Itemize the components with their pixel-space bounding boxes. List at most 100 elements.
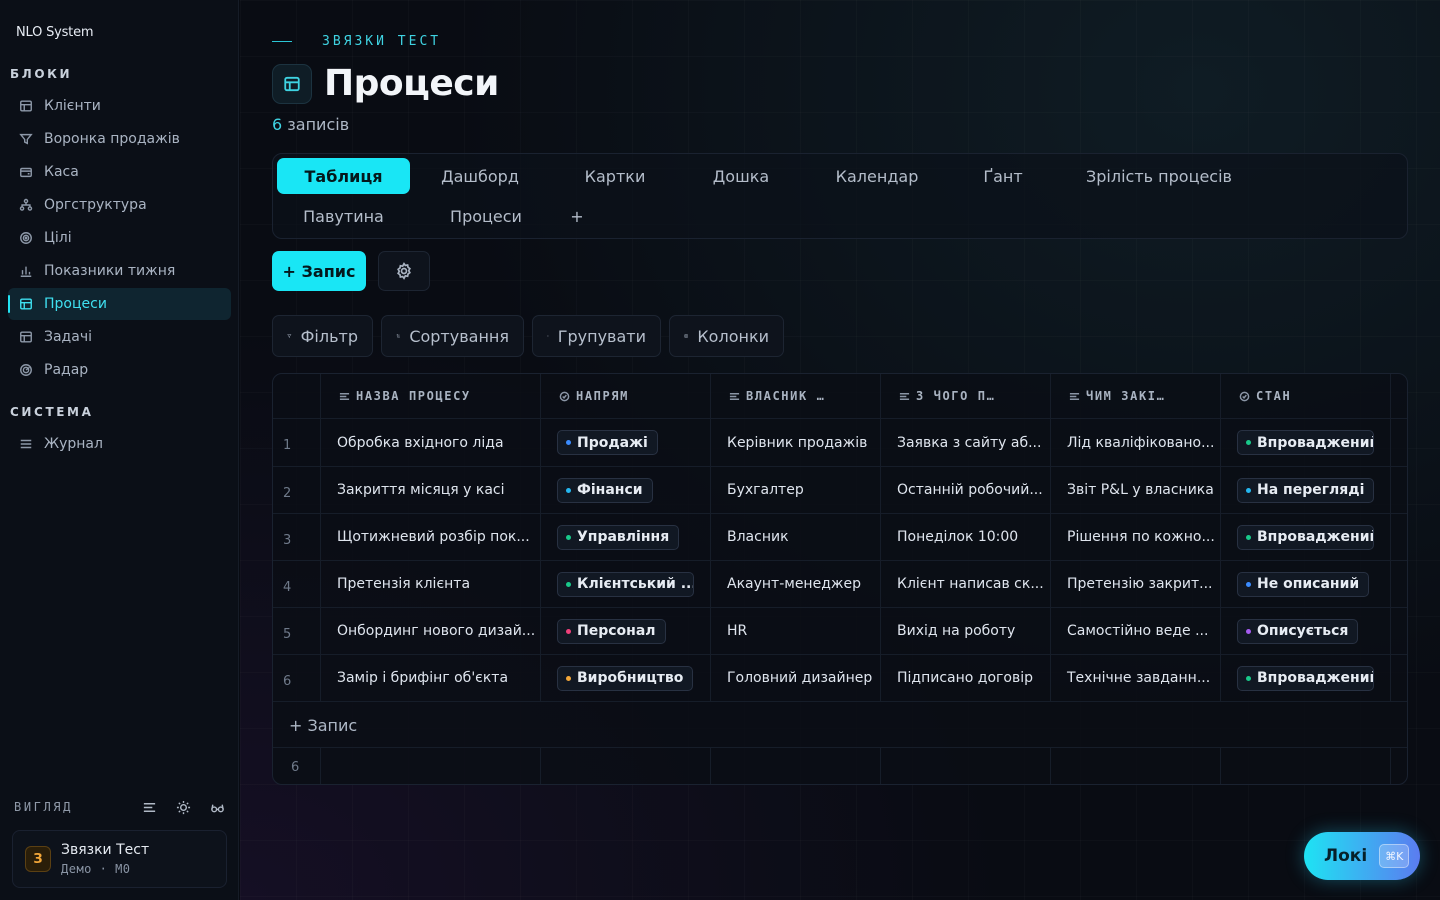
tab-calendar[interactable]: Календар — [817, 158, 937, 194]
column-header-name[interactable]: НАЗВА ПРОЦЕСУ — [321, 374, 541, 418]
row-number[interactable]: 4 — [273, 561, 321, 607]
direction-badge: Персонал — [557, 618, 666, 644]
filter-button[interactable]: Фільтр — [272, 315, 373, 357]
cell-owner[interactable]: Акаунт-менеджер — [711, 561, 881, 607]
sidebar-item-list[interactable]: Журнал — [8, 428, 231, 460]
cell-trigger[interactable]: Вихід на роботу — [881, 608, 1051, 654]
columns-button[interactable]: Колонки — [669, 315, 784, 357]
cell-process-name[interactable]: Закриття місяця у касі — [321, 467, 541, 513]
gear-icon — [397, 262, 411, 280]
records-table: НАЗВА ПРОЦЕСУ НАПРЯМ ВЛАСНИК … З ЧОГО П…… — [272, 373, 1408, 785]
glasses-icon[interactable] — [208, 798, 226, 816]
cell-result[interactable]: Самостійно веде ... — [1051, 608, 1221, 654]
tab-processes[interactable]: Процеси — [433, 198, 539, 234]
sidebar-item-target[interactable]: Цілі — [8, 222, 231, 254]
cell-owner[interactable]: Бухгалтер — [711, 467, 881, 513]
cell-trigger[interactable]: Понеділок 10:00 — [881, 514, 1051, 560]
sort-button[interactable]: Сортування — [381, 315, 524, 357]
cell-process-name[interactable]: Онбординг нового дизай... — [321, 608, 541, 654]
direction-badge: Клієнтський ... — [557, 571, 694, 597]
cell-trigger[interactable]: Підписано договір — [881, 655, 1051, 701]
add-view-button[interactable]: + — [563, 198, 591, 234]
cell-process-name[interactable]: Замір і брифінг об'єкта — [321, 655, 541, 701]
cell-state[interactable]: Впроваджений — [1221, 419, 1391, 466]
tab-table[interactable]: Таблиця — [277, 158, 410, 194]
tab-web[interactable]: Павутина — [277, 198, 410, 234]
sidebar-item-label: Клієнти — [44, 98, 101, 114]
sidebar-item-radar[interactable]: Радар — [8, 354, 231, 386]
sidebar-item-bar-chart[interactable]: Показники тижня — [8, 255, 231, 287]
cell-result[interactable]: Звіт P&L у власника — [1051, 467, 1221, 513]
cell-state[interactable]: Не описаний — [1221, 561, 1391, 607]
sidebar-item-label: Радар — [44, 362, 89, 378]
cell-result[interactable]: Рішення по кожно... — [1051, 514, 1221, 560]
system-section-title: СИСТЕМА — [10, 405, 94, 419]
cell-result[interactable]: Претензію закрит... — [1051, 561, 1221, 607]
cell-result[interactable]: Технічне завданн... — [1051, 655, 1221, 701]
table-row[interactable]: 6 Замір і брифінг об'єкта Виробництво Голов… — [273, 655, 1407, 702]
sidebar-item-table[interactable]: Задачі — [8, 321, 231, 353]
cell-process-name[interactable]: Обробка вхідного ліда — [321, 419, 541, 466]
cell-direction[interactable]: Персонал — [541, 608, 711, 654]
row-number[interactable]: 2 — [273, 467, 321, 513]
sidebar-item-table[interactable]: Клієнти — [8, 90, 231, 122]
row-number[interactable]: 1 — [273, 419, 321, 466]
tab-gantt[interactable]: Ґант — [963, 158, 1043, 194]
column-header-owner[interactable]: ВЛАСНИК … — [711, 374, 881, 418]
column-header-trigger[interactable]: З ЧОГО П… — [881, 374, 1051, 418]
cell-direction[interactable]: Управління — [541, 514, 711, 560]
density-icon[interactable] — [140, 798, 158, 816]
column-header-state[interactable]: СТАН — [1221, 374, 1391, 418]
theme-sun-icon[interactable] — [174, 798, 192, 816]
settings-button[interactable] — [378, 251, 430, 291]
cell-direction[interactable]: Фінанси — [541, 467, 711, 513]
target-icon — [18, 230, 34, 246]
column-header-direction[interactable]: НАПРЯМ — [541, 374, 711, 418]
add-record-button[interactable]: + Запис — [272, 251, 366, 291]
cell-direction[interactable]: Виробництво — [541, 655, 711, 701]
cell-owner[interactable]: Головний дизайнер — [711, 655, 881, 701]
table-icon — [18, 329, 34, 345]
row-number[interactable]: 6 — [273, 655, 321, 701]
cell-state[interactable]: На перегляді — [1221, 467, 1391, 513]
row-number[interactable]: 5 — [273, 608, 321, 654]
tab-board[interactable]: Дошка — [693, 158, 789, 194]
sidebar-item-label: Каса — [44, 164, 79, 180]
tab-cards[interactable]: Картки — [563, 158, 667, 194]
cell-state[interactable]: Впроваджений — [1221, 655, 1391, 701]
page-title: Процеси — [324, 63, 499, 104]
cell-direction[interactable]: Клієнтський ... — [541, 561, 711, 607]
table-row[interactable]: 2 Закриття місяця у касі Фінанси Бухгалтер О… — [273, 467, 1407, 514]
cell-process-name[interactable]: Щотижневий розбір пок... — [321, 514, 541, 560]
cell-process-name[interactable]: Претензія клієнта — [321, 561, 541, 607]
cell-owner[interactable]: HR — [711, 608, 881, 654]
add-row-button[interactable]: + Запис — [273, 703, 1407, 747]
sidebar-item-funnel[interactable]: Воронка продажів — [8, 123, 231, 155]
cell-trigger[interactable]: Клієнт написав ск... — [881, 561, 1051, 607]
row-number[interactable]: 3 — [273, 514, 321, 560]
table-row[interactable]: 1 Обробка вхідного ліда Продажі Керівник пр… — [273, 419, 1407, 467]
sidebar-item-org[interactable]: Оргструктура — [8, 189, 231, 221]
cell-result[interactable]: Лід кваліфіковано... — [1051, 419, 1221, 466]
tab-dashboard[interactable]: Дашборд — [423, 158, 537, 194]
cell-owner[interactable]: Керівник продажів — [711, 419, 881, 466]
sidebar-item-label: Журнал — [44, 436, 103, 452]
tab-process-maturity[interactable]: Зрілість процесів — [1073, 158, 1245, 194]
group-button[interactable]: Групувати — [532, 315, 661, 357]
sidebar-item-wallet[interactable]: Каса — [8, 156, 231, 188]
loki-assistant-button[interactable]: Локі ⌘K — [1304, 832, 1420, 880]
user-card[interactable]: З Звязки Тест Демо · M0 — [12, 830, 227, 888]
sidebar-item-table[interactable]: Процеси — [8, 288, 231, 320]
cell-owner[interactable]: Власник — [711, 514, 881, 560]
cell-trigger[interactable]: Останній робочий... — [881, 467, 1051, 513]
column-header-result[interactable]: ЧИМ ЗАКІ… — [1051, 374, 1221, 418]
cell-trigger[interactable]: Заявка з сайту аб... — [881, 419, 1051, 466]
cell-direction[interactable]: Продажі — [541, 419, 711, 466]
sidebar-item-label: Цілі — [44, 230, 72, 246]
brand-logo[interactable]: NLO System — [16, 25, 94, 40]
cell-state[interactable]: Впроваджений — [1221, 514, 1391, 560]
table-row[interactable]: 5 Онбординг нового дизай... Персонал HR Вихі… — [273, 608, 1407, 655]
cell-state[interactable]: Описується — [1221, 608, 1391, 654]
table-row[interactable]: 4 Претензія клієнта Клієнтський ... Акаунт-… — [273, 561, 1407, 608]
table-row[interactable]: 3 Щотижневий розбір пок... Управління Власн… — [273, 514, 1407, 561]
